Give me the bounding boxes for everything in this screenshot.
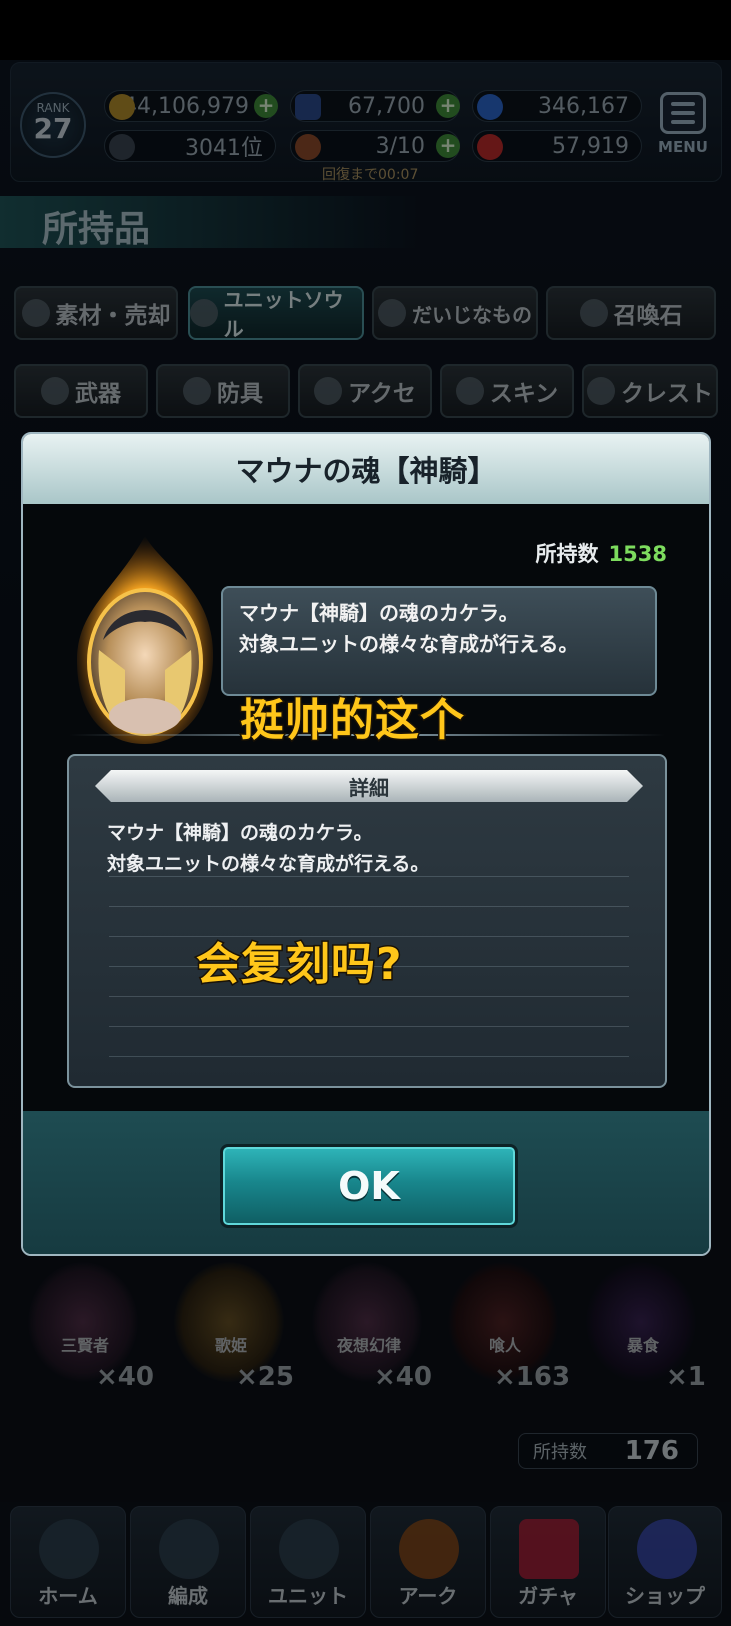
owned-count-label: 所持数 [535,542,599,566]
unit-soul-portrait-icon [77,536,214,744]
overlay-caption: 会复刻吗? [195,938,404,992]
detail-panel: 詳細 マウナ【神騎】の魂のカケラ。 対象ユニットの様々な育成が行える。 [67,754,667,1088]
detail-header: 詳細 [349,775,389,800]
detail-header-bar: 詳細 [95,770,643,802]
overlay-caption: 挺帅的这个 [239,694,466,748]
item-detail-dialog: マウナの魂【神騎】 所持数 1538 マウナ【神騎】の魂のカケラ。 対象ユニットの… [21,432,711,1256]
dialog-title: マウナの魂【神騎】 [235,454,497,488]
detail-text: マウナ【神騎】の魂のカケラ。 対象ユニットの様々な育成が行える。 [107,818,429,880]
ruled-line [109,1056,629,1057]
ruled-line [109,906,629,907]
ok-button[interactable]: OK [220,1144,518,1228]
description-line: 対象ユニットの様々な育成が行える。 [239,632,579,656]
dialog-header: マウナの魂【神騎】 [23,434,709,504]
ruled-line [109,996,629,997]
detail-line: マウナ【神騎】の魂のカケラ。 [107,822,373,844]
ruled-line [109,1026,629,1027]
item-description-box: マウナ【神騎】の魂のカケラ。 対象ユニットの様々な育成が行える。 [221,586,657,696]
owned-count: 所持数 1538 [536,538,667,568]
owned-count-value: 1538 [608,542,667,566]
ruled-line [109,876,629,877]
ok-label: OK [338,1164,400,1208]
description-line: マウナ【神騎】の魂のカケラ。 [239,601,519,625]
